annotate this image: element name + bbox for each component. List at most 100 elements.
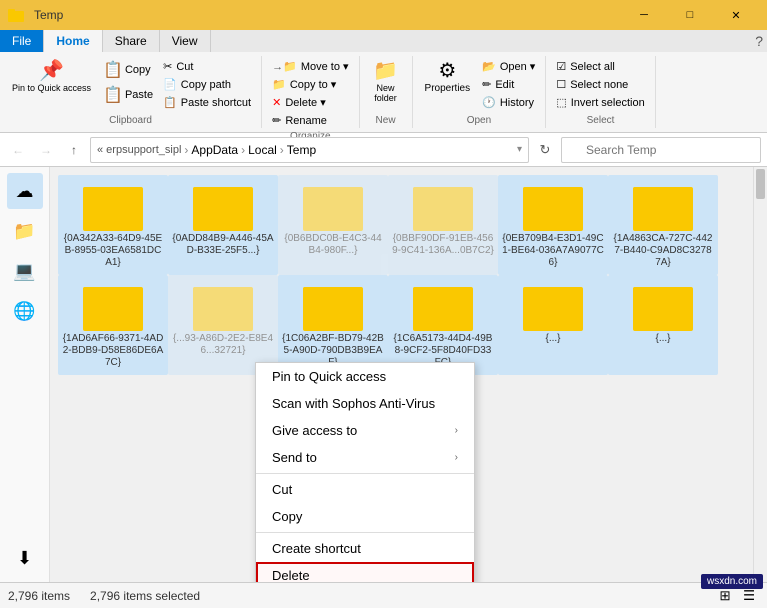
properties-button[interactable]: ⚙ Properties <box>419 58 477 97</box>
copy-label: Copy <box>125 64 151 76</box>
ctx-copy[interactable]: Copy <box>256 503 474 530</box>
delete-icon: ✕ <box>272 96 281 109</box>
folder-icon <box>523 281 583 331</box>
tab-home[interactable]: Home <box>44 30 102 52</box>
paste-shortcut-button[interactable]: 📋 Paste shortcut <box>159 94 255 111</box>
edit-button[interactable]: ✏ Edit <box>478 76 539 93</box>
history-label: History <box>500 97 534 109</box>
organize-group: →📁 Move to ▾ 📁 Copy to ▾ ✕ Delete ▾ ✏ Re… <box>262 56 359 128</box>
new-group: 📁 Newfolder New <box>360 56 413 128</box>
pin-icon: 📌 <box>39 61 64 81</box>
select-label: Select <box>587 113 615 126</box>
open-small-group: 📂 Open ▾ ✏ Edit 🕐 History <box>478 58 539 111</box>
file-grid: {0A342A33-64D9-45EB-8955-03EA6581DCA1} {… <box>50 167 767 383</box>
search-input[interactable] <box>561 137 761 163</box>
breadcrumb-local: Local <box>248 143 277 157</box>
list-item[interactable]: {...} <box>498 275 608 375</box>
select-none-button[interactable]: ☐ Select none <box>552 76 648 93</box>
select-all-button[interactable]: ☑ Select all <box>552 58 648 75</box>
window-controls: ─ □ ✕ <box>621 0 759 30</box>
rename-label: Rename <box>285 115 327 127</box>
new-folder-button[interactable]: 📁 Newfolder <box>366 58 406 106</box>
nav-network-icon[interactable]: 🌐 <box>7 293 43 329</box>
clipboard-small-group: ✂ Cut 📄 Copy path 📋 Paste shortcut <box>159 58 255 111</box>
breadcrumb[interactable]: « erpsupport_sipl › AppData › Local › Te… <box>90 137 529 163</box>
new-label: New <box>376 113 396 126</box>
ctx-scan-sophos[interactable]: Scan with Sophos Anti-Virus <box>256 390 474 417</box>
folder-icon <box>303 281 363 331</box>
move-to-button[interactable]: →📁 Move to ▾ <box>268 58 352 75</box>
list-item[interactable]: {1C6A5173-44D4-49B8-9CF2-5F8D40FD33FC} <box>388 275 498 375</box>
ctx-give-access[interactable]: Give access to › <box>256 417 474 444</box>
list-item[interactable]: {0BBF90DF-91EB-4569-9C41-136A...0B7C2} <box>388 175 498 275</box>
list-item[interactable]: {0ADD84B9-A446-45AD-B33E-25F5...} <box>168 175 278 275</box>
copy-path-button[interactable]: 📄 Copy path <box>159 76 255 93</box>
rename-button[interactable]: ✏ Rename <box>268 112 352 129</box>
back-button[interactable]: ← <box>6 138 30 162</box>
cut-button[interactable]: ✂ Cut <box>159 58 255 75</box>
nav-cloud-icon[interactable]: ☁ <box>7 173 43 209</box>
list-item[interactable]: {...93-A86D-2E2-E8E46...32721} <box>168 275 278 375</box>
scrollbar-thumb[interactable] <box>756 169 765 199</box>
ribbon-content: 📌 Pin to Quick access 📋 Copy 📋 Paste <box>0 52 767 132</box>
pin-quick-access-button[interactable]: 📌 Pin to Quick access <box>6 58 97 97</box>
tab-file[interactable]: File <box>0 30 44 52</box>
history-button[interactable]: 🕐 History <box>478 94 539 111</box>
list-item[interactable]: {0EB709B4-E3D1-49C1-BE64-036A7A9077C6} <box>498 175 608 275</box>
select-all-label: Select all <box>570 61 615 73</box>
nav-bottom-icon[interactable]: ⬇ <box>7 540 43 576</box>
paste-button[interactable]: 📋 Paste <box>99 83 157 107</box>
breadcrumb-dropdown[interactable]: ▾ <box>517 144 522 155</box>
ctx-give-access-label: Give access to <box>272 423 357 438</box>
ribbon-tabs: File Home Share View ? <box>0 30 767 52</box>
window-title: Temp <box>34 8 615 22</box>
ctx-cut[interactable]: Cut <box>256 476 474 503</box>
folder-icon <box>83 281 143 331</box>
select-none-icon: ☐ <box>556 78 566 91</box>
ctx-scan-label: Scan with Sophos Anti-Virus <box>272 396 435 411</box>
help-icon[interactable]: ? <box>755 33 763 49</box>
list-item[interactable]: {...} <box>608 275 718 375</box>
ctx-copy-label: Copy <box>272 509 302 524</box>
refresh-button[interactable]: ↻ <box>533 138 557 162</box>
forward-button[interactable]: → <box>34 138 58 162</box>
list-item[interactable]: {0B6BDC0B-E4C3-44B4-980F...} <box>278 175 388 275</box>
minimize-button[interactable]: ─ <box>621 0 667 30</box>
select-group: ☑ Select all ☐ Select none ⬚ Invert sele… <box>546 56 655 128</box>
ctx-delete[interactable]: Delete <box>256 562 474 582</box>
open-icon: 📂 <box>482 60 496 73</box>
address-bar: ← → ↑ « erpsupport_sipl › AppData › Loca… <box>0 133 767 167</box>
list-item[interactable]: {0A342A33-64D9-45EB-8955-03EA6581DCA1} <box>58 175 168 275</box>
close-button[interactable]: ✕ <box>713 0 759 30</box>
open-label: Open <box>467 113 491 126</box>
list-item[interactable]: {1AD6AF66-9371-4AD2-BDB9-D58E86DE6A7C} <box>58 275 168 375</box>
nav-computer-icon[interactable]: 💻 <box>7 253 43 289</box>
nav-folder-icon[interactable]: 📁 <box>7 213 43 249</box>
organize-small-group: →📁 Move to ▾ 📁 Copy to ▾ ✕ Delete ▾ ✏ Re… <box>268 58 352 129</box>
new-items: 📁 Newfolder <box>366 58 406 113</box>
file-name: {1AD6AF66-9371-4AD2-BDB9-D58E86DE6A7C} <box>62 333 164 369</box>
ctx-pin-quick-access[interactable]: Pin to Quick access <box>256 363 474 390</box>
ctx-create-shortcut[interactable]: Create shortcut <box>256 535 474 562</box>
list-item[interactable]: {1C06A2BF-BD79-42B5-A90D-790DB3B9EAF} <box>278 275 388 375</box>
organize-items: →📁 Move to ▾ 📁 Copy to ▾ ✕ Delete ▾ ✏ Re… <box>268 58 352 129</box>
tab-share[interactable]: Share <box>103 30 160 52</box>
open-btn[interactable]: 📂 Open ▾ <box>478 58 539 75</box>
copy-button[interactable]: 📋 Copy <box>99 58 157 82</box>
clipboard-group: 📌 Pin to Quick access 📋 Copy 📋 Paste <box>0 56 262 128</box>
scrollbar-vertical[interactable] <box>753 167 767 582</box>
list-item[interactable]: {1A4863CA-727C-4427-B440-C9AD8C32787A} <box>608 175 718 275</box>
up-button[interactable]: ↑ <box>62 138 86 162</box>
invert-selection-button[interactable]: ⬚ Invert selection <box>552 94 648 111</box>
delete-ribbon-button[interactable]: ✕ Delete ▾ <box>268 94 352 111</box>
ctx-pin-label: Pin to Quick access <box>272 369 386 384</box>
copy-to-button[interactable]: 📁 Copy to ▾ <box>268 76 352 93</box>
tab-view[interactable]: View <box>160 30 211 52</box>
maximize-button[interactable]: □ <box>667 0 713 30</box>
ctx-delete-label: Delete <box>272 568 310 582</box>
open-group: ⚙ Properties 📂 Open ▾ ✏ Edit 🕐 History <box>413 56 547 128</box>
ctx-send-to[interactable]: Send to › <box>256 444 474 471</box>
properties-label: Properties <box>425 83 471 94</box>
ctx-give-access-arrow: › <box>455 425 458 436</box>
edit-label: Edit <box>495 79 514 91</box>
